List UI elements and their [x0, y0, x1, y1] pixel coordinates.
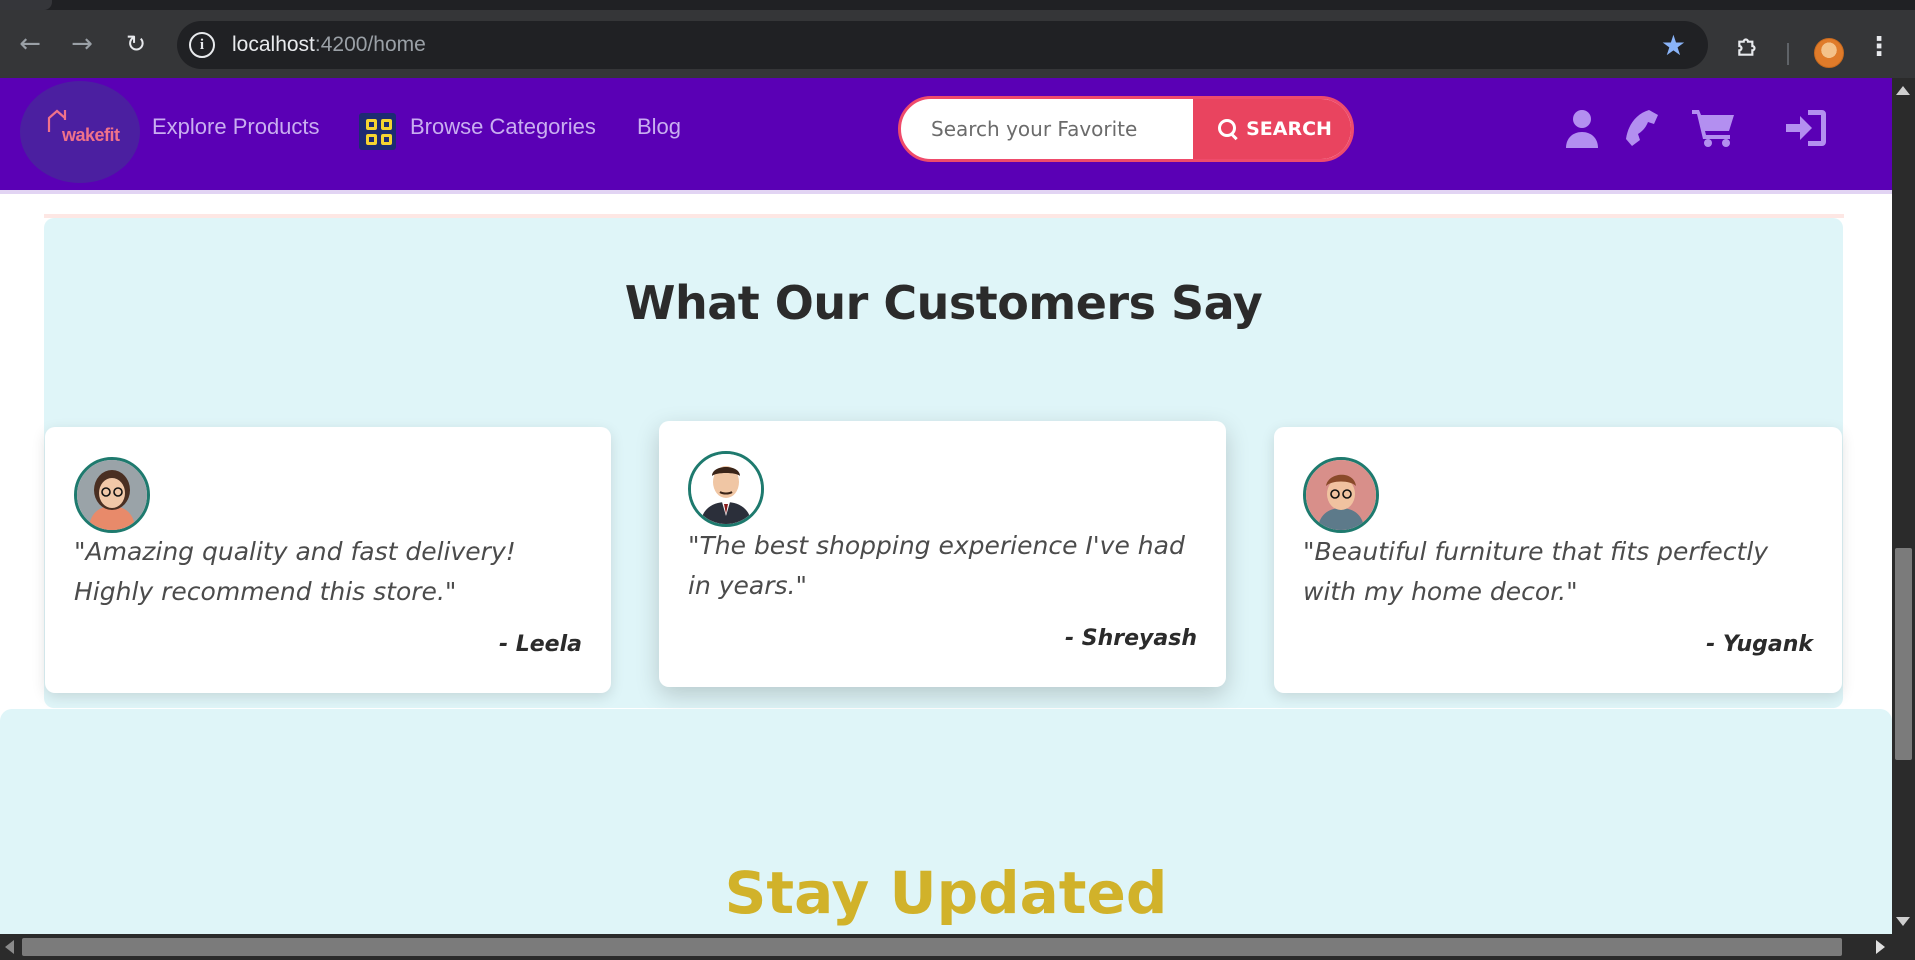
arrow-left-icon: ←: [19, 29, 41, 59]
user-icon[interactable]: [1564, 108, 1600, 152]
newsletter-title: Stay Updated: [724, 859, 1168, 927]
back-button[interactable]: ←: [12, 26, 48, 62]
cart-icon[interactable]: [1692, 108, 1736, 152]
active-tab-edge[interactable]: [0, 0, 52, 10]
search-icon: [1218, 119, 1238, 139]
testimonial-card: "Beautiful furniture that fits perfectly…: [1274, 427, 1842, 693]
page-viewport: wakefit Explore Products Browse Categori…: [0, 78, 1892, 934]
scrollbar-corner: [1892, 934, 1915, 960]
url-path: :4200/home: [314, 33, 426, 56]
site-navbar: wakefit Explore Products Browse Categori…: [0, 78, 1892, 190]
search-bar: SEARCH: [898, 96, 1354, 162]
testimonial-card: "The best shopping experience I've had i…: [659, 421, 1226, 687]
search-input[interactable]: [901, 99, 1191, 159]
arrow-right-icon: →: [71, 29, 93, 59]
testimonial-author: - Yugank: [1706, 632, 1813, 657]
scroll-right-arrow[interactable]: [1876, 940, 1885, 954]
kebab-menu-icon[interactable]: ⋮: [1866, 32, 1892, 62]
vertical-scrollbar[interactable]: [1892, 78, 1915, 934]
nav-link-explore-products[interactable]: Explore Products: [152, 114, 320, 140]
newsletter-section: Stay Updated: [0, 709, 1892, 934]
url-text[interactable]: localhost:4200/home: [232, 33, 426, 57]
avatar: [1303, 457, 1379, 533]
reload-icon: ↻: [125, 30, 147, 58]
scroll-up-arrow[interactable]: [1896, 86, 1910, 95]
forward-button[interactable]: →: [64, 26, 100, 62]
logo[interactable]: wakefit: [20, 81, 140, 183]
nav-link-blog[interactable]: Blog: [637, 114, 681, 140]
puzzle-icon[interactable]: [1734, 32, 1762, 60]
avatar[interactable]: [1814, 38, 1844, 68]
testimonial-card: "Amazing quality and fast delivery! High…: [45, 427, 611, 693]
reload-button[interactable]: ↻: [118, 26, 154, 62]
horizontal-scrollbar[interactable]: [0, 934, 1915, 960]
testimonials-section: What Our Customers Say "Amazing quality …: [44, 218, 1843, 708]
url-host: localhost: [232, 33, 315, 56]
testimonial-quote: "The best shopping experience I've had i…: [688, 531, 1185, 600]
toolbar-divider: [1787, 43, 1789, 65]
tab-strip: [0, 0, 1915, 10]
avatar: [74, 457, 150, 533]
star-icon[interactable]: ★: [1661, 29, 1686, 62]
sign-in-icon[interactable]: [1786, 108, 1826, 152]
testimonial-quote: "Amazing quality and fast delivery! High…: [74, 537, 516, 606]
search-button-label: SEARCH: [1246, 118, 1332, 140]
avatar: [688, 451, 764, 527]
testimonial-author: - Leela: [498, 632, 582, 657]
testimonials-title: What Our Customers Say: [624, 276, 1263, 330]
testimonial-author: - Shreyash: [1064, 626, 1197, 651]
horizontal-scroll-thumb[interactable]: [22, 938, 1842, 956]
navbar-underline: [0, 190, 1892, 194]
testimonial-quote: "Beautiful furniture that fits perfectly…: [1303, 537, 1769, 606]
nav-link-browse-categories[interactable]: Browse Categories: [410, 114, 596, 140]
address-bar[interactable]: i localhost:4200/home ★: [177, 21, 1708, 69]
scroll-left-arrow[interactable]: [5, 940, 14, 954]
search-button[interactable]: SEARCH: [1193, 99, 1351, 159]
phone-icon[interactable]: [1622, 108, 1660, 152]
browser-toolbar: ← → ↻ i localhost:4200/home ★ ⋮: [0, 10, 1915, 78]
grid-icon[interactable]: [359, 113, 396, 150]
scroll-down-arrow[interactable]: [1896, 917, 1910, 926]
vertical-scroll-thumb[interactable]: [1895, 548, 1912, 760]
logo-text: wakefit: [62, 125, 120, 145]
info-icon[interactable]: i: [189, 32, 215, 58]
